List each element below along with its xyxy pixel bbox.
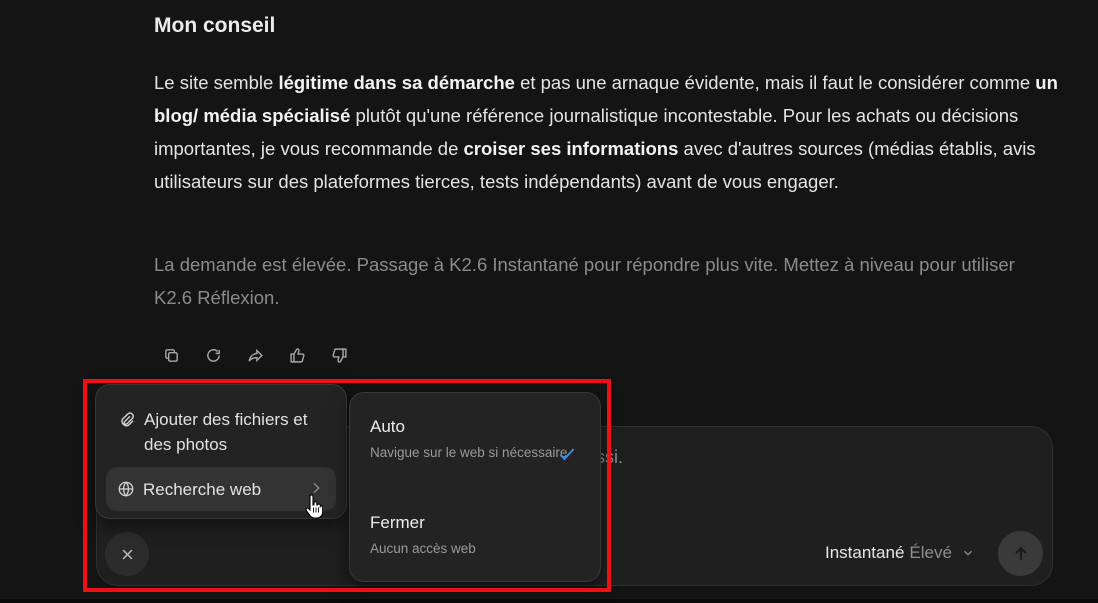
model-name: Instantané — [825, 543, 905, 562]
hand-cursor-icon — [305, 494, 323, 519]
message-actions — [160, 344, 350, 366]
paperclip-icon — [121, 412, 134, 427]
option-title: Fermer — [370, 513, 425, 532]
model-selector[interactable]: Instantané Élevé — [825, 543, 975, 563]
response-paragraph: Le site semble légitime dans sa démarche… — [154, 66, 1064, 198]
close-icon — [122, 549, 132, 559]
option-title: Auto — [370, 417, 405, 436]
globe-icon — [118, 481, 134, 497]
send-button[interactable] — [998, 531, 1043, 576]
option-description: Aucun accès web — [370, 541, 476, 556]
chevron-down-icon — [963, 550, 972, 556]
text-segment: et pas une arnaque évidente, mais il fau… — [514, 72, 1036, 93]
check-icon — [559, 448, 575, 461]
model-level: Élevé — [909, 543, 952, 562]
add-files-menu-item[interactable]: Ajouter des fichiers et des photos — [106, 407, 316, 457]
bold-text-segment: croiser ses informations — [463, 138, 679, 159]
response-heading: Mon conseil — [154, 14, 276, 37]
web-search-label: Recherche web — [143, 479, 262, 499]
thumbs-down-icon[interactable] — [328, 344, 350, 366]
share-icon[interactable] — [244, 344, 266, 366]
bold-text-segment: légitime dans sa démarche — [278, 72, 515, 93]
web-option-fermer[interactable]: Fermer Aucun accès web — [370, 513, 590, 561]
add-files-label: Ajouter des fichiers et des photos — [144, 410, 308, 454]
regenerate-icon[interactable] — [202, 344, 224, 366]
text-segment: Le site semble — [154, 72, 279, 93]
web-search-menu-item[interactable]: Recherche web — [106, 467, 336, 511]
copy-icon[interactable] — [160, 344, 182, 366]
thumbs-up-icon[interactable] — [286, 344, 308, 366]
close-menu-button[interactable] — [105, 532, 149, 576]
bottom-edge — [0, 599, 1098, 603]
web-search-submenu: Auto Navigue sur le web si nécessaire Fe… — [349, 392, 601, 582]
arrow-up-icon — [1014, 546, 1027, 560]
demand-notice: La demande est élevée. Passage à K2.6 In… — [154, 254, 1015, 308]
